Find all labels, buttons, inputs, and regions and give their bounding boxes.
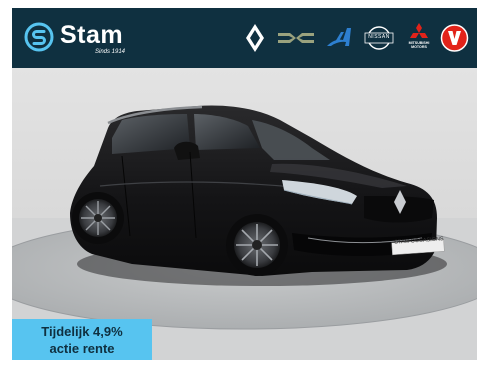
- dacia-icon[interactable]: [276, 22, 316, 54]
- car-photo[interactable]: [12, 68, 477, 360]
- promo-line-2: actie rente: [49, 340, 115, 356]
- promo-badge[interactable]: Tijdelijk 4,9% actie rente: [12, 319, 152, 360]
- brand-since: Sinds 1914: [95, 49, 126, 55]
- renault-icon[interactable]: [244, 22, 266, 54]
- brand-name: Stam: [60, 21, 124, 49]
- promo-line-1: Tijdelijk 4,9%: [41, 323, 123, 339]
- listing-card[interactable]: Stam Sinds 1914 NISSAN MITSUBISHI MOTORS…: [12, 8, 477, 360]
- nissan-logo-text: NISSAN: [368, 34, 390, 40]
- alpine-icon[interactable]: [325, 22, 359, 54]
- mitsubishi-icon[interactable]: MITSUBISHI MOTORS: [404, 22, 434, 54]
- dealer-header: Stam Sinds 1914 NISSAN MITSUBISHI MOTORS: [12, 8, 477, 68]
- v-icon[interactable]: [440, 22, 469, 54]
- partner-brands: NISSAN MITSUBISHI MOTORS: [244, 22, 469, 54]
- mitsubishi-logo-text: MITSUBISHI MOTORS: [408, 41, 430, 49]
- nissan-icon[interactable]: NISSAN: [362, 22, 396, 54]
- stam-s-icon: [24, 22, 54, 52]
